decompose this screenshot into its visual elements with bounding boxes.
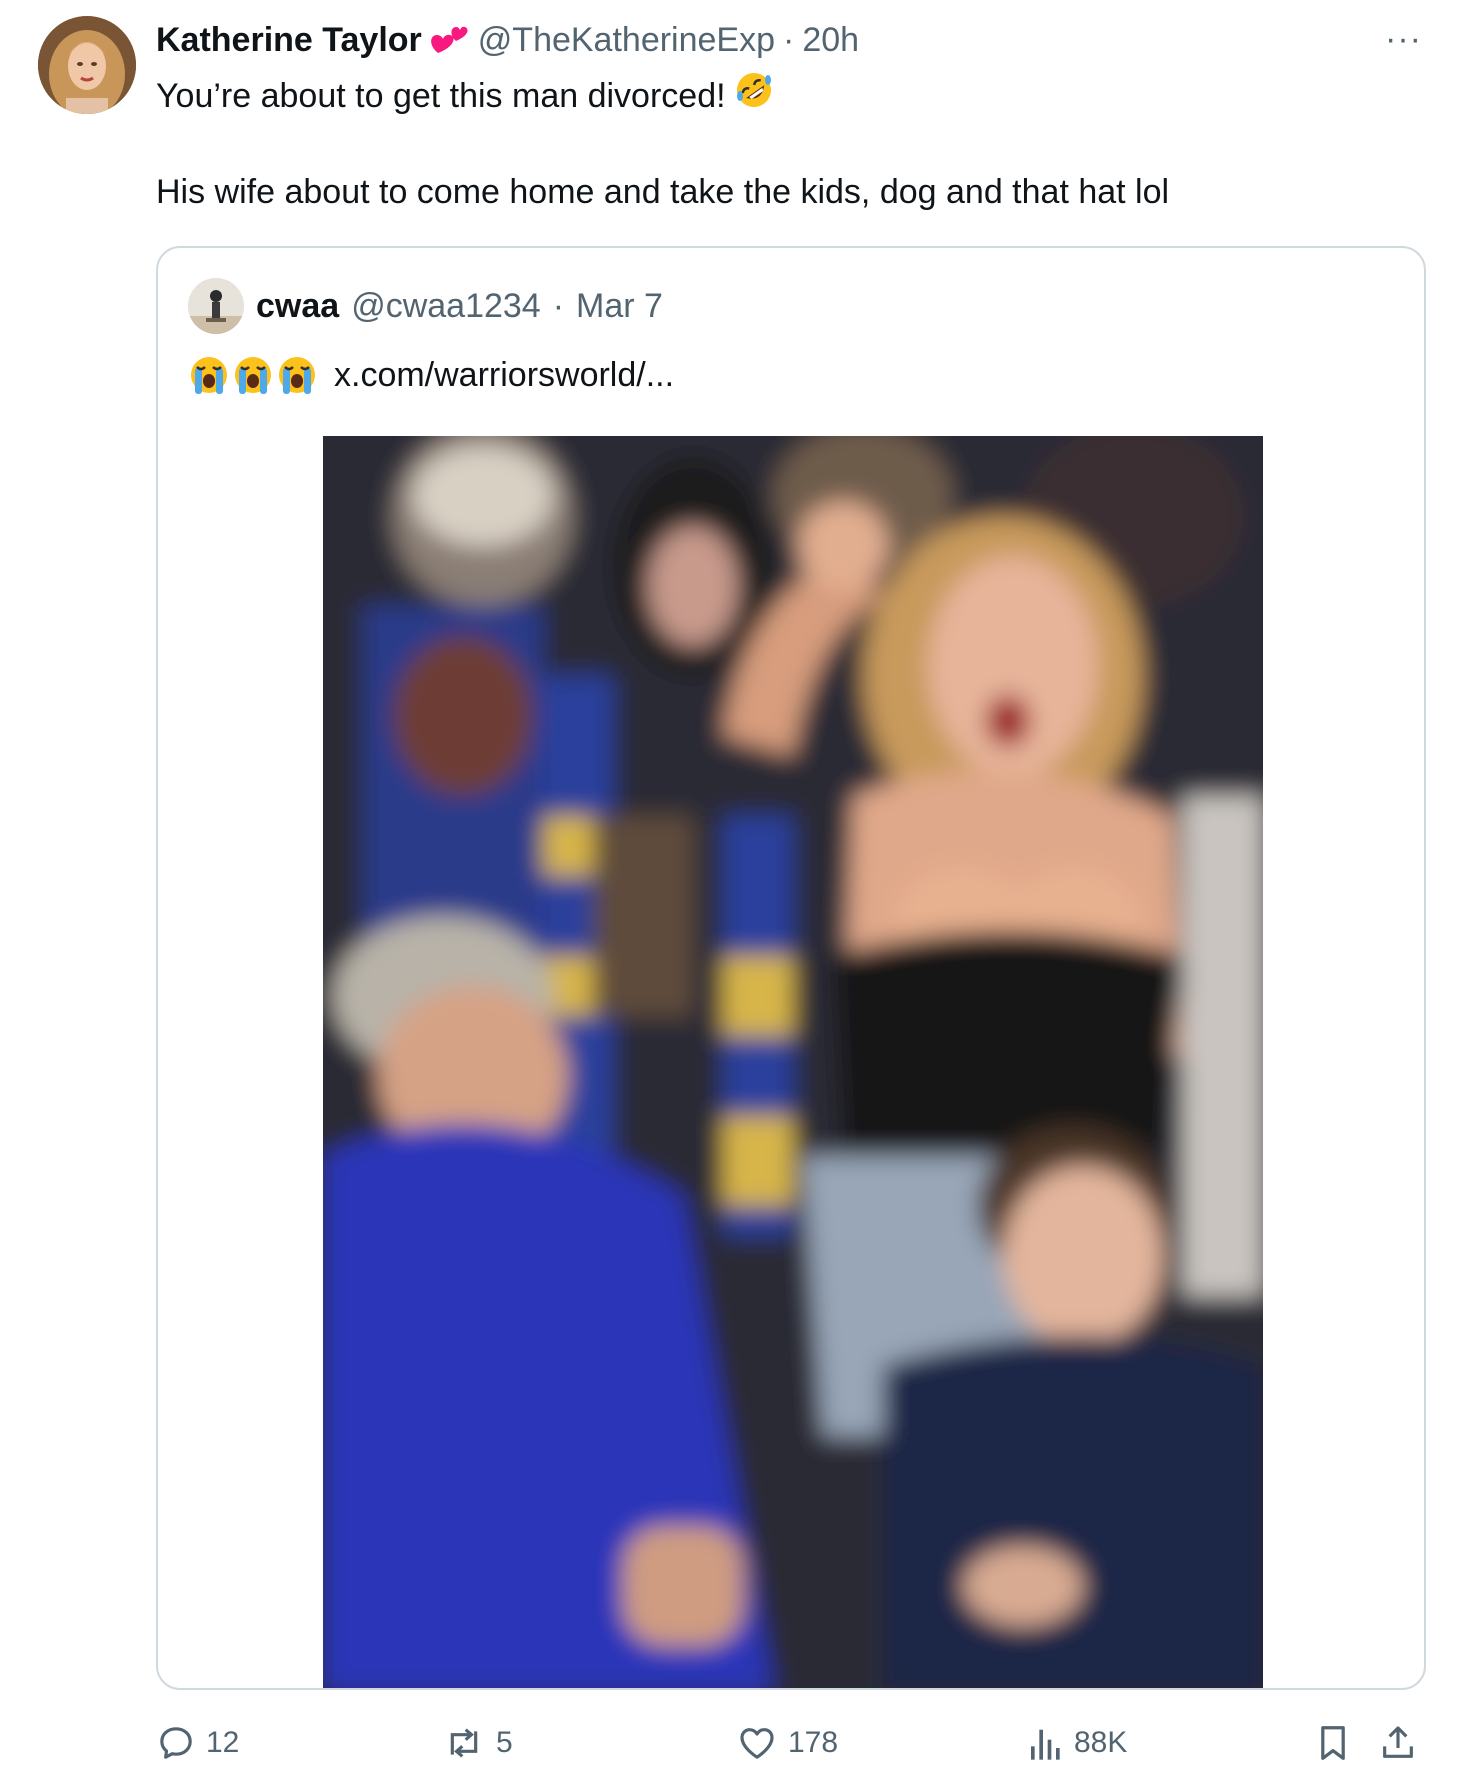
tweet-header: Katherine Taylor @TheKatherineExp · 20h: [156, 18, 1420, 62]
repost-button[interactable]: 5: [442, 1718, 513, 1768]
views-count: 88K: [1074, 1726, 1128, 1759]
action-bar: 12 5 178 88K: [156, 1718, 1430, 1768]
quoted-author-avatar[interactable]: [188, 278, 244, 334]
rofl-emoji: [734, 70, 774, 121]
emoji-group: [188, 354, 318, 396]
loudly-crying-face-emoji: [279, 357, 315, 394]
quoted-tweet-header: cwaa @cwaa1234 · Mar 7: [188, 278, 663, 334]
reply-icon: [160, 1727, 192, 1759]
loudly-crying-face-emoji: [235, 357, 271, 394]
heart-icon: [740, 1728, 774, 1759]
bookmark-icon: [1321, 1726, 1345, 1760]
tweet-text-line-1: You’re about to get this man divorced!: [156, 70, 1390, 121]
quoted-author-name[interactable]: cwaa: [256, 287, 339, 326]
quoted-tweet-card[interactable]: cwaa @cwaa1234 · Mar 7 x.com/warriorswor…: [156, 246, 1426, 1690]
repost-icon: [450, 1728, 478, 1758]
quoted-tweet-text: x.com/warriorsworld/...: [188, 350, 674, 400]
repost-count: 5: [496, 1726, 513, 1759]
author-handle[interactable]: @TheKatherineExp: [478, 21, 775, 60]
quoted-tweet-link[interactable]: x.com/warriorsworld/...: [334, 356, 674, 395]
loudly-crying-face-emoji: [191, 357, 227, 394]
separator-dot: ·: [552, 286, 565, 325]
quoted-tweet-date[interactable]: Mar 7: [576, 287, 663, 326]
quoted-tweet-media[interactable]: [323, 436, 1263, 1688]
like-button[interactable]: 178: [736, 1718, 838, 1768]
like-count: 178: [788, 1726, 839, 1759]
views-icon: [1031, 1729, 1060, 1760]
reply-count: 12: [206, 1726, 240, 1759]
views-button[interactable]: 88K: [1028, 1718, 1127, 1768]
bookmark-button[interactable]: [1316, 1718, 1350, 1768]
reply-button[interactable]: 12: [156, 1718, 239, 1768]
more-options-icon[interactable]: ···: [1385, 22, 1422, 56]
separator-dot: ·: [783, 20, 795, 59]
quoted-author-handle[interactable]: @cwaa1234: [351, 287, 541, 326]
share-icon: [1383, 1726, 1413, 1758]
tweet-time[interactable]: 20h: [802, 21, 859, 60]
tweet-text-line-2: His wife about to come home and take the…: [156, 173, 1170, 211]
author-name[interactable]: Katherine Taylor: [156, 21, 422, 60]
author-avatar[interactable]: [38, 16, 136, 114]
two-hearts-emoji: [430, 23, 470, 57]
tweet-text: You’re about to get this man divorced!: [156, 76, 726, 115]
share-button[interactable]: [1378, 1718, 1418, 1768]
